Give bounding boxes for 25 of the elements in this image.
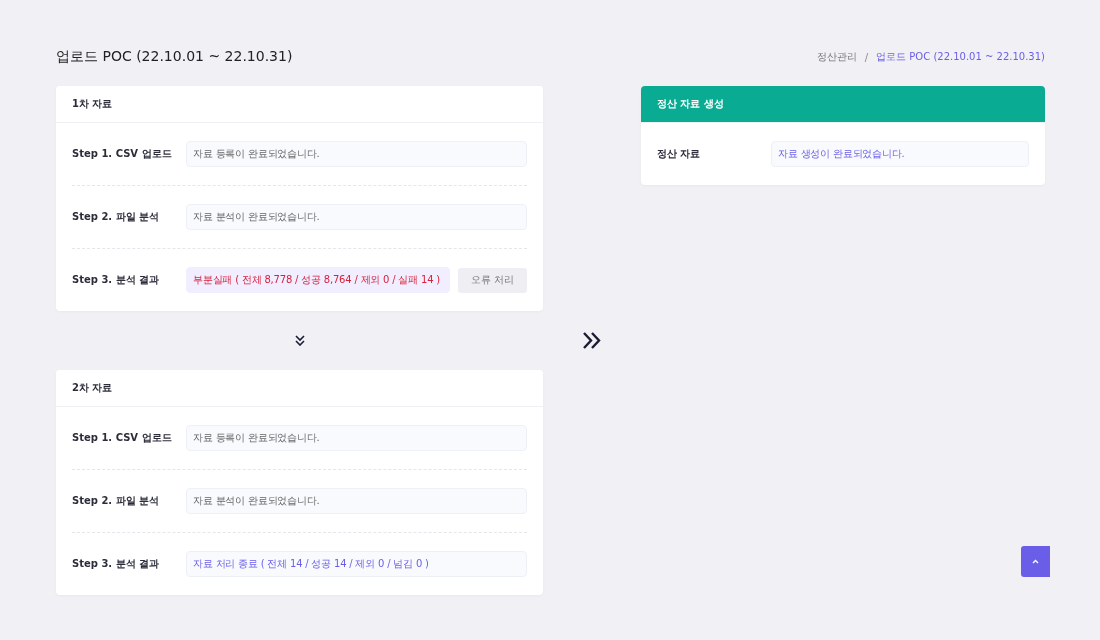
breadcrumb-link[interactable]: 업로드 POC (22.10.01 ~ 22.10.31) (876, 50, 1045, 64)
double-chevron-right-icon (582, 332, 602, 349)
chevron-up-icon (1032, 559, 1039, 564)
status-field: 자료 생성이 완료되었습니다. (771, 141, 1029, 167)
status-field: 자료 처리 종료 ( 전체 14 / 성공 14 / 제외 0 / 넘김 0 ) (186, 551, 527, 577)
step-label: 정산 자료 (657, 147, 702, 161)
double-chevron-down-icon (294, 335, 305, 346)
status-field: 자료 등록이 완료되었습니다. (186, 141, 527, 167)
page-title: 업로드 POC (22.10.01 ~ 22.10.31) (56, 48, 293, 66)
step-label: Step 1. CSV 업로드 (72, 431, 173, 445)
step-label: Step 2. 파일 분석 (72, 494, 161, 508)
step-label: Step 3. 분석 결과 (72, 557, 161, 571)
breadcrumb-link[interactable]: 정산관리 (816, 50, 857, 64)
status-field: 자료 분석이 완료되었습니다. (186, 204, 527, 230)
step-label: Step 2. 파일 분석 (72, 210, 161, 224)
scroll-top-button[interactable] (1021, 546, 1050, 577)
step-label: Step 1. CSV 업로드 (72, 147, 173, 161)
status-field: 부분실패 ( 전체 8,778 / 성공 8,764 / 제외 0 / 실패 14 ) (186, 267, 450, 293)
breadcrumb-separator: / (864, 51, 869, 63)
card-title: 정산 자료 생성 (641, 86, 1045, 123)
status-field: 자료 분석이 완료되었습니다. (186, 488, 527, 514)
card-title: 1차 자료 (56, 86, 543, 123)
step-label: Step 3. 분석 결과 (72, 273, 161, 287)
card-title: 2차 자료 (56, 370, 543, 407)
status-field: 자료 등록이 완료되었습니다. (186, 425, 527, 451)
